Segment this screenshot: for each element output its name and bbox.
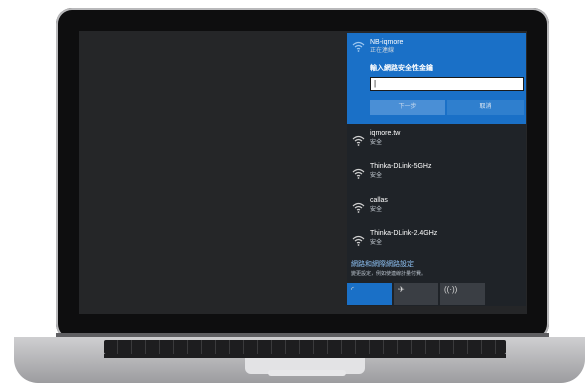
wifi-icon: ◜ — [351, 285, 355, 294]
network-settings-description: 變更設定，例如使連線計量付費。 — [351, 271, 427, 277]
security-key-label: 輸入網路安全性金鑰 — [370, 65, 433, 72]
hotspot-icon: ((·)) — [444, 285, 458, 294]
network-item[interactable]: callas 安全 — [347, 194, 526, 226]
network-status: 安全 — [370, 173, 383, 179]
mobile-hotspot-toggle[interactable]: ((·)) — [440, 283, 485, 305]
airplane-mode-toggle[interactable]: ✈ — [394, 283, 438, 305]
network-status: 安全 — [370, 240, 383, 246]
network-item[interactable]: Thinka-DLink-2.4GHz 安全 — [347, 227, 526, 259]
wifi-icon — [352, 168, 365, 179]
network-item[interactable]: iqmore.tw 安全 — [347, 127, 526, 159]
cancel-button[interactable]: 取消 — [447, 100, 524, 115]
laptop-lip — [268, 370, 346, 376]
network-status: 安全 — [370, 207, 383, 213]
network-name: callas — [370, 197, 388, 204]
airplane-icon: ✈ — [398, 285, 405, 294]
wifi-toggle[interactable]: ◜ — [347, 283, 392, 305]
network-item[interactable]: Thinka-DLink-5GHz 安全 — [347, 160, 526, 192]
selected-network-panel[interactable]: NB-iqmore 正在連線 輸入網路安全性金鑰 | 下一步 取消 — [347, 33, 526, 124]
network-status: 安全 — [370, 140, 383, 146]
network-name: Thinka-DLink-5GHz — [370, 163, 432, 170]
network-settings-link[interactable]: 網路和網際網路設定 — [351, 259, 414, 269]
wifi-icon — [352, 202, 365, 213]
security-key-input[interactable]: | — [370, 77, 524, 91]
wifi-icon — [352, 235, 365, 246]
network-flyout: NB-iqmore 正在連線 輸入網路安全性金鑰 | 下一步 取消 iqmore… — [347, 33, 526, 306]
selected-network-status: 正在連線 — [370, 48, 395, 54]
network-name: Thinka-DLink-2.4GHz — [370, 230, 438, 237]
network-name: iqmore.tw — [370, 130, 401, 137]
selected-network-name: NB-iqmore — [370, 39, 404, 46]
wifi-icon — [352, 41, 365, 52]
next-button[interactable]: 下一步 — [370, 100, 445, 115]
wifi-icon — [352, 135, 365, 146]
keyboard — [104, 340, 506, 354]
